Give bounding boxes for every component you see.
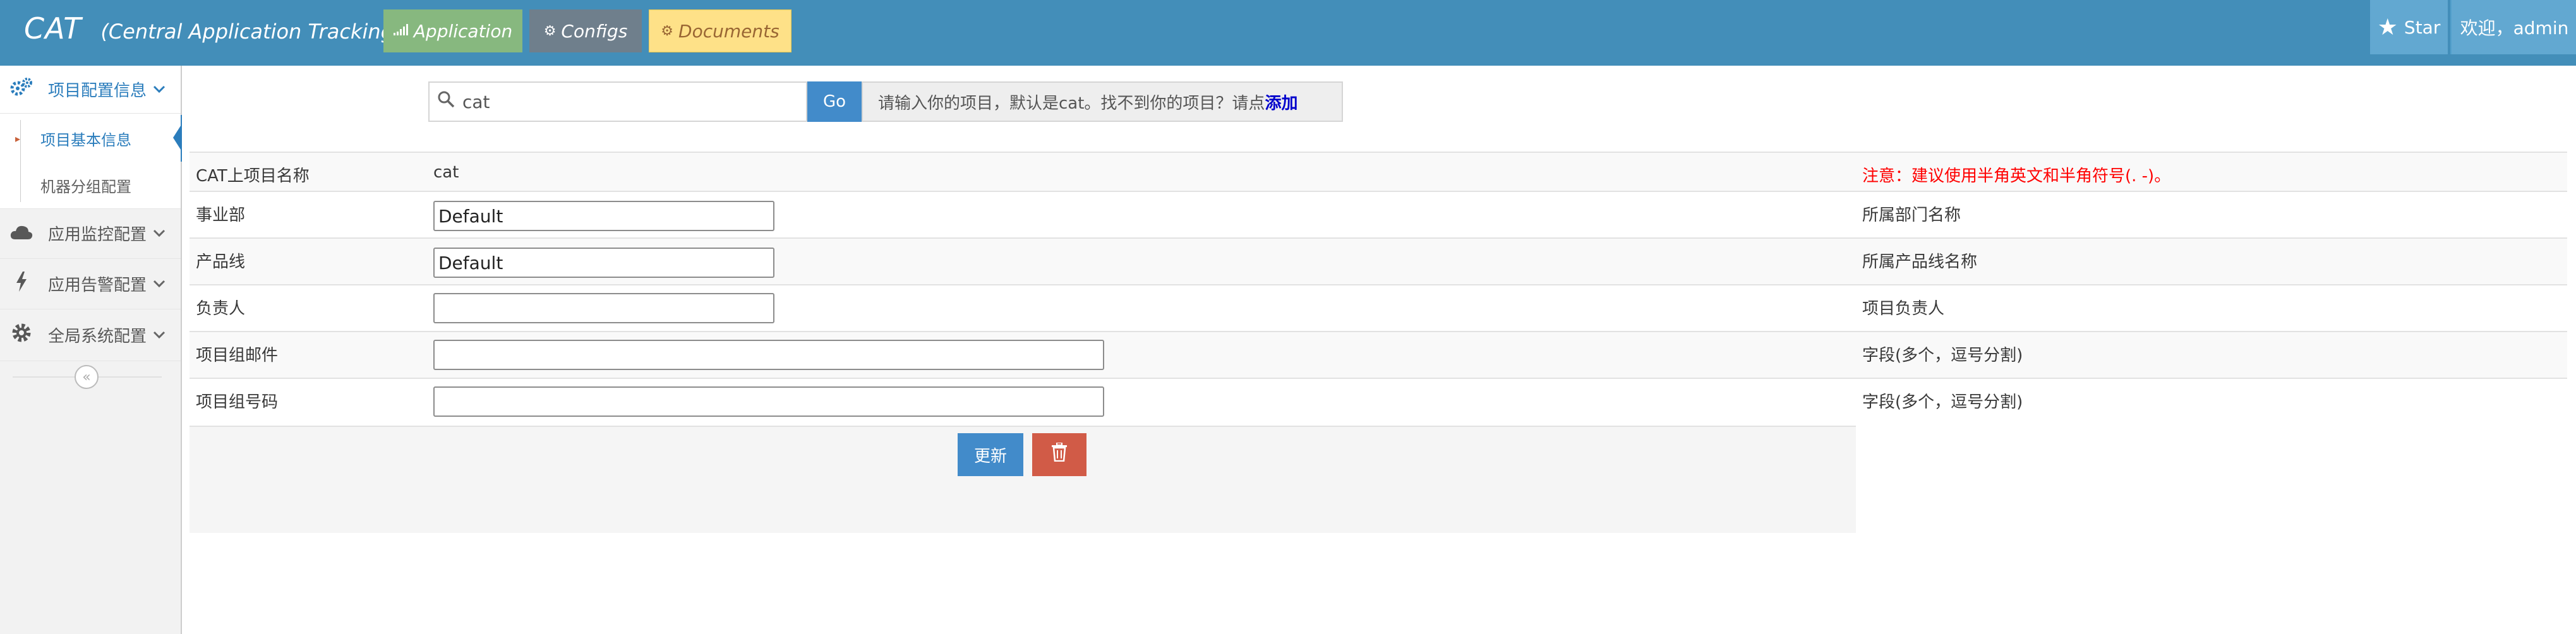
bolt-icon (10, 271, 33, 297)
sidebar-item-label: 应用告警配置 (48, 276, 147, 295)
search-icon (437, 90, 455, 113)
update-button[interactable]: 更新 (958, 433, 1023, 476)
group-email-input[interactable] (433, 340, 1104, 370)
table-row: 项目组邮件 字段(多个，逗号分割) (190, 331, 2567, 378)
sidebar: 项目配置信息 ▸ 项目基本信息 机器分组配置 应用监控配置 应用告警配置 全局系… (0, 66, 182, 634)
field-label: 项目组号码 (196, 393, 279, 412)
field-label: 项目组邮件 (196, 346, 279, 365)
brand-subtitle[interactable]: (Central Application Tracking) (100, 20, 401, 44)
go-button[interactable]: Go (807, 81, 862, 122)
configs-button[interactable]: ⚙ Configs (529, 9, 642, 52)
chevron-down-icon (153, 327, 166, 343)
add-project-link[interactable]: 添加 (1265, 90, 1297, 114)
cogs-icon: ⚙ (661, 23, 674, 39)
table-row: CAT上项目名称 cat 注意：建议使用半角英文和半角符号(. -)。 (190, 152, 2567, 191)
table-row: 负责人 项目负责人 (190, 284, 2567, 331)
application-button[interactable]: Application (383, 9, 522, 52)
cogs-icon (10, 77, 33, 102)
field-label: 产品线 (196, 253, 246, 272)
sidebar-item-label: 应用监控配置 (48, 225, 147, 244)
delete-button[interactable] (1032, 433, 1086, 476)
chevron-down-icon (153, 276, 166, 292)
field-label: 事业部 (196, 206, 246, 225)
field-label: 负责人 (196, 299, 246, 318)
table-row: 事业部 所属部门名称 (190, 191, 2567, 237)
gear-icon (10, 322, 33, 349)
caret-right-icon: ▸ (15, 132, 21, 145)
sidebar-item-app-alert-config[interactable]: 应用告警配置 (0, 259, 181, 309)
field-label: CAT上项目名称 (196, 167, 310, 186)
field-note: 字段(多个，逗号分割) (1862, 346, 2023, 365)
documents-label: Documents (678, 20, 779, 42)
bar-chart-icon (393, 23, 409, 39)
chevron-down-icon (153, 225, 166, 241)
star-icon: ★ (2377, 14, 2398, 40)
sidebar-item-label: 项目配置信息 (48, 81, 147, 100)
chevron-down-icon (153, 81, 166, 97)
search-hint-text: 请输入你的项目，默认是cat。找不到你的项目？请点 (878, 93, 1265, 113)
field-note: 项目负责人 (1862, 299, 1945, 318)
cogs-icon: ⚙ (543, 23, 557, 39)
configs-label: Configs (561, 20, 628, 42)
product-line-input[interactable] (433, 248, 774, 278)
department-input[interactable] (433, 201, 774, 231)
star-button[interactable]: ★ Star (2370, 0, 2448, 54)
brand-title[interactable]: CAT (24, 11, 81, 45)
cloud-icon (10, 222, 33, 246)
warning-note: 注意：建议使用半角英文和半角符号(. -)。 (1862, 167, 2171, 186)
submenu-project-config: ▸ 项目基本信息 机器分组配置 (0, 114, 182, 209)
project-search-box[interactable] (428, 81, 807, 122)
active-arrow-icon (173, 124, 182, 152)
owner-input[interactable] (433, 293, 774, 323)
group-phone-input[interactable] (433, 386, 1104, 417)
double-angle-left-icon[interactable]: « (75, 365, 99, 389)
documents-button[interactable]: ⚙ Documents (649, 9, 791, 52)
table-row: 产品线 所属产品线名称 (190, 237, 2567, 284)
project-name-value: cat (433, 163, 459, 182)
search-hint: 请输入你的项目，默认是cat。找不到你的项目？请点 添加 (862, 81, 1343, 122)
sidebar-item-label: 全局系统配置 (48, 327, 147, 346)
sidebar-item-project-config[interactable]: 项目配置信息 (0, 66, 181, 114)
sidebar-item-machine-group-config[interactable]: 机器分组配置 (0, 162, 181, 208)
sidebar-item-app-monitor-config[interactable]: 应用监控配置 (0, 208, 181, 259)
trash-icon (1051, 442, 1068, 467)
star-label: Star (2404, 16, 2441, 38)
field-note: 所属产品线名称 (1862, 253, 1978, 272)
sidebar-subitem-label: 机器分组配置 (40, 177, 131, 196)
field-note: 字段(多个，逗号分割) (1862, 393, 2023, 412)
top-navbar: CAT (Central Application Tracking) Appli… (0, 0, 2576, 66)
sidebar-item-project-basic-info[interactable]: ▸ 项目基本信息 (0, 115, 182, 162)
application-label: Application (413, 20, 513, 42)
welcome-text: 欢迎，admin (2460, 18, 2569, 39)
sidebar-subitem-label: 项目基本信息 (40, 131, 131, 149)
form-actions: 更新 (190, 426, 1856, 533)
sidebar-item-global-system-config[interactable]: 全局系统配置 (0, 309, 181, 361)
search-input[interactable] (461, 90, 792, 113)
table-row: 项目组号码 字段(多个，逗号分割) (190, 378, 2567, 424)
user-menu[interactable]: 欢迎，admin (2450, 0, 2576, 54)
field-note: 所属部门名称 (1862, 206, 1961, 225)
brand[interactable]: CAT (Central Application Tracking) (24, 11, 401, 52)
